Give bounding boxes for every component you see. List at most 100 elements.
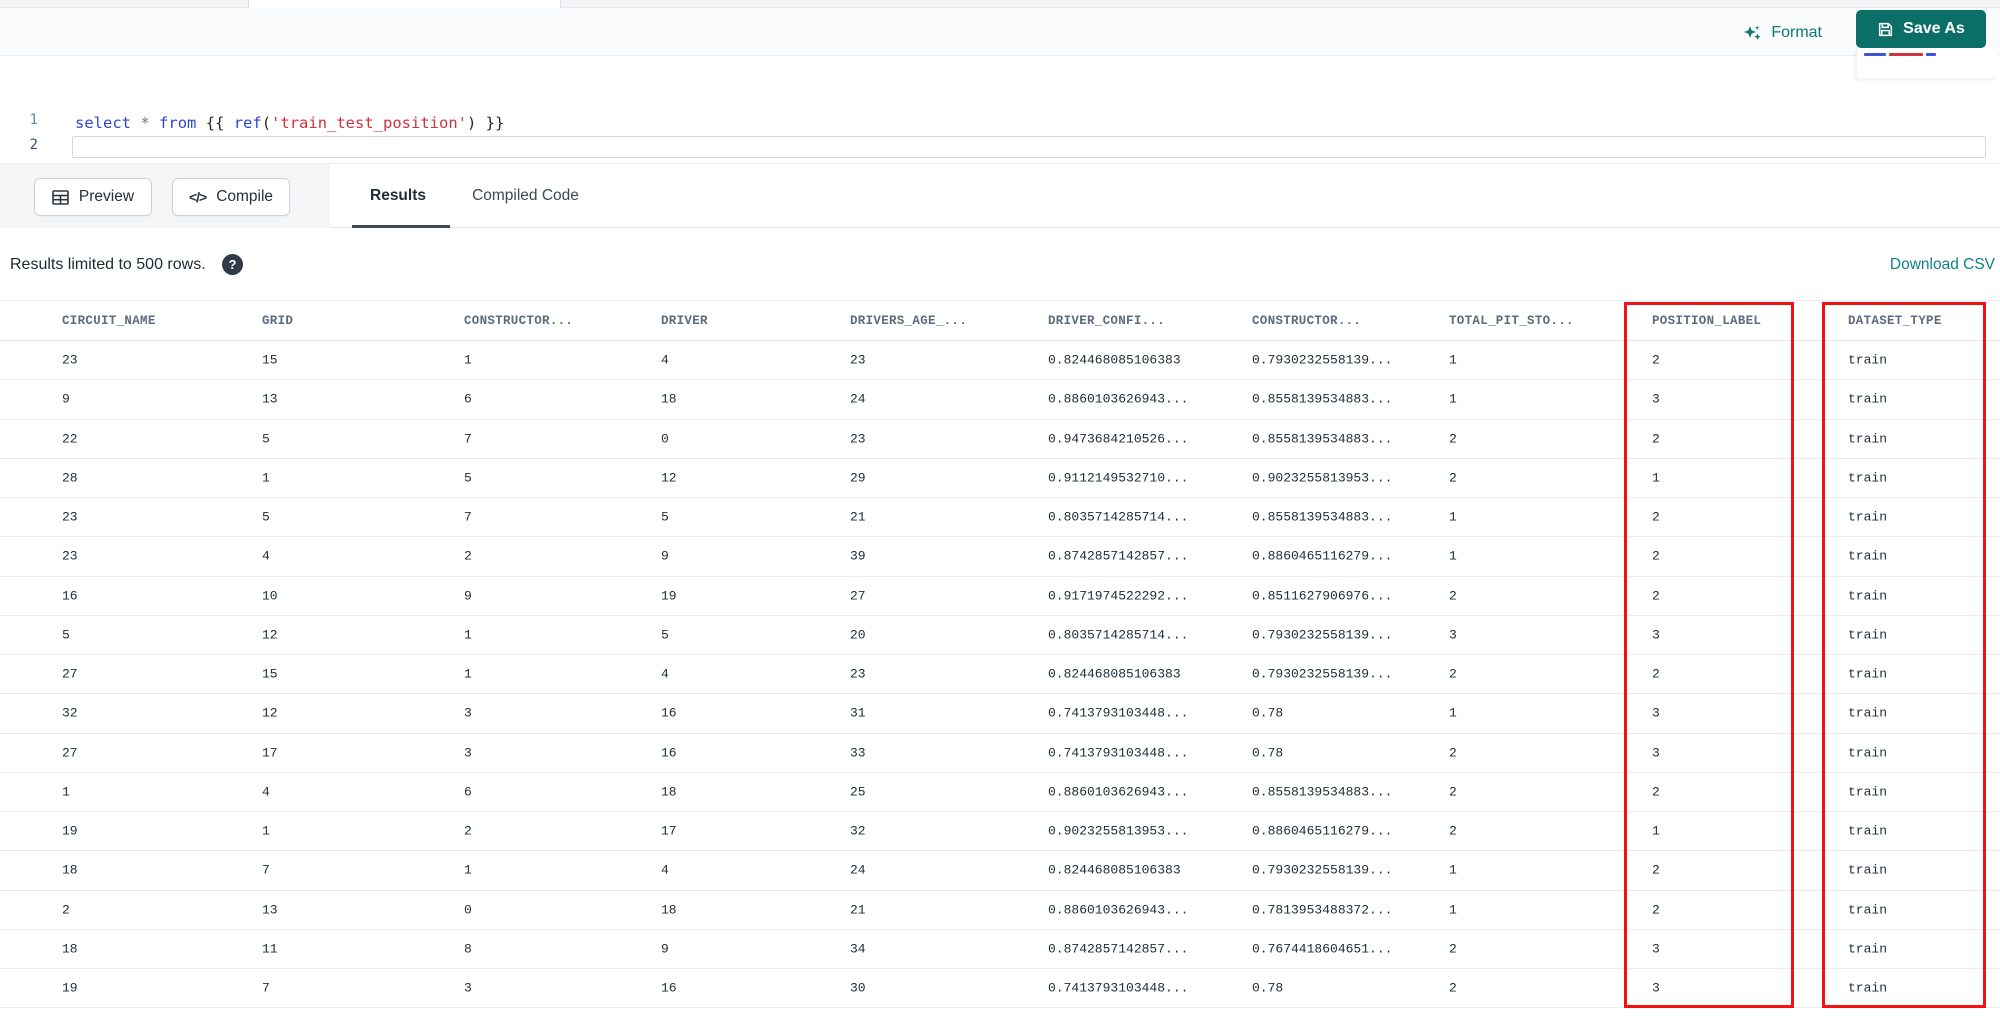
- table-cell: 1: [464, 627, 472, 643]
- table-row: 27 15 1 4 23 0.824468085106383 0.7930232558139…: [0, 655, 2000, 695]
- column-header: DATASET_TYPE: [1848, 314, 1942, 328]
- table-cell: train: [1848, 705, 1888, 721]
- table-cell: train: [1848, 980, 1888, 996]
- table-cell: 18: [62, 941, 78, 957]
- code-token: select: [75, 114, 131, 132]
- table-cell: train: [1848, 666, 1888, 682]
- table-cell: 0.78: [1252, 705, 1284, 721]
- download-csv-link[interactable]: Download CSV: [1890, 229, 1995, 300]
- table-body: 23 15 1 4 23 0.824468085106383 0.7930232558139…: [0, 341, 2000, 1009]
- table-cell: train: [1848, 391, 1888, 407]
- compile-label: Compile: [216, 188, 274, 205]
- active-file-tab[interactable]: [248, 0, 560, 8]
- code-icon: </>: [188, 189, 207, 205]
- save-as-button[interactable]: Save As: [1856, 10, 1986, 48]
- table-cell: 39: [850, 548, 866, 564]
- table-cell: 0: [464, 902, 472, 918]
- table-cell: 13: [262, 902, 278, 918]
- table-cell: train: [1848, 784, 1888, 800]
- table-cell: 2: [1449, 431, 1457, 447]
- table-cell: 19: [661, 588, 677, 604]
- table-cell: 16: [661, 745, 677, 761]
- tab-divider: [248, 0, 249, 8]
- tab-compiled-code[interactable]: Compiled Code: [468, 164, 583, 228]
- table-cell: 29: [850, 470, 866, 486]
- table-cell: 33: [850, 745, 866, 761]
- table-cell: 2: [1652, 588, 1660, 604]
- table-cell: 0.78: [1252, 745, 1284, 761]
- table-row: 23 5 7 5 21 0.8035714285714... 0.8558139534883…: [0, 498, 2000, 538]
- table-row: 9 13 6 18 24 0.8860103626943... 0.855813953488…: [0, 380, 2000, 420]
- table-cell: 0.78: [1252, 980, 1284, 996]
- editor-minimap: [1857, 48, 1997, 78]
- tab-results[interactable]: Results: [370, 164, 426, 228]
- editor-tab-strip[interactable]: [0, 0, 2000, 8]
- code-token: from: [159, 114, 197, 132]
- table-cell: 30: [850, 980, 866, 996]
- column-header: POSITION_LABEL: [1652, 314, 1762, 328]
- table-cell: 0.8558139534883...: [1252, 391, 1393, 407]
- code-editor[interactable]: 1 2 select * from {{ ref('train_test_pos…: [0, 56, 2000, 163]
- table-cell: 5: [464, 470, 472, 486]
- table-cell: 1: [1449, 902, 1457, 918]
- table-cell: 0.7413793103448...: [1048, 745, 1189, 761]
- table-cell: 3: [464, 705, 472, 721]
- table-cell: 2: [62, 902, 70, 918]
- table-cell: 0.8742857142857...: [1048, 548, 1189, 564]
- table-row: 19 1 2 17 32 0.9023255813953... 0.886046511627…: [0, 812, 2000, 852]
- table-cell: 10: [262, 588, 278, 604]
- table-cell: 1: [262, 823, 270, 839]
- table-row: 2 13 0 18 21 0.8860103626943... 0.781395348837…: [0, 890, 2000, 930]
- table-row: 19 7 3 16 30 0.7413793103448... 0.78 2 3 train: [0, 969, 2000, 1009]
- table-cell: 22: [62, 431, 78, 447]
- table-cell: 2: [1449, 745, 1457, 761]
- table-cell: train: [1848, 745, 1888, 761]
- table-cell: 2: [1449, 470, 1457, 486]
- table-icon: [52, 189, 69, 205]
- table-cell: 1: [62, 784, 70, 800]
- compile-button[interactable]: </> Compile: [172, 178, 290, 216]
- code-token: {{: [196, 114, 234, 132]
- table-cell: 3: [1449, 627, 1457, 643]
- preview-button[interactable]: Preview: [34, 178, 152, 216]
- table-cell: 0: [661, 431, 669, 447]
- table-cell: train: [1848, 509, 1888, 525]
- table-cell: 12: [262, 627, 278, 643]
- line-number: 1: [29, 112, 38, 128]
- column-header: DRIVER: [661, 314, 708, 328]
- table-cell: 1: [1652, 823, 1660, 839]
- table-cell: 1: [1449, 705, 1457, 721]
- table-cell: 7: [464, 509, 472, 525]
- table-cell: 7: [262, 862, 270, 878]
- table-cell: 6: [464, 391, 472, 407]
- table-cell: 16: [62, 588, 78, 604]
- save-icon: [1877, 21, 1894, 38]
- table-cell: 23: [850, 666, 866, 682]
- table-cell: 2: [1652, 902, 1660, 918]
- table-row: 23 15 1 4 23 0.824468085106383 0.7930232558139…: [0, 341, 2000, 381]
- table-cell: 1: [1652, 470, 1660, 486]
- table-cell: 1: [1449, 862, 1457, 878]
- table-cell: 1: [1449, 548, 1457, 564]
- table-cell: 7: [262, 980, 270, 996]
- table-cell: 0.8860103626943...: [1048, 902, 1189, 918]
- format-button[interactable]: Format: [1743, 20, 1822, 46]
- code-line-1: select * from {{ ref('train_test_positio…: [75, 111, 504, 135]
- table-cell: 32: [62, 705, 78, 721]
- editor-header: Format Save As: [0, 8, 2000, 56]
- table-cell: 12: [661, 470, 677, 486]
- column-header: CIRCUIT_NAME: [62, 314, 156, 328]
- table-cell: 19: [62, 823, 78, 839]
- table-cell: 2: [1652, 352, 1660, 368]
- table-cell: 23: [62, 352, 78, 368]
- table-row: 28 1 5 12 29 0.9112149532710... 0.902325581395…: [0, 458, 2000, 498]
- table-cell: 1: [1449, 391, 1457, 407]
- table-cell: 2: [1449, 784, 1457, 800]
- table-cell: 18: [661, 391, 677, 407]
- help-icon[interactable]: ?: [222, 254, 243, 275]
- table-cell: 0.9023255813953...: [1048, 823, 1189, 839]
- table-cell: 0.9171974522292...: [1048, 588, 1189, 604]
- table-cell: 3: [1652, 705, 1660, 721]
- active-line-box: [72, 136, 1986, 158]
- table-cell: train: [1848, 902, 1888, 918]
